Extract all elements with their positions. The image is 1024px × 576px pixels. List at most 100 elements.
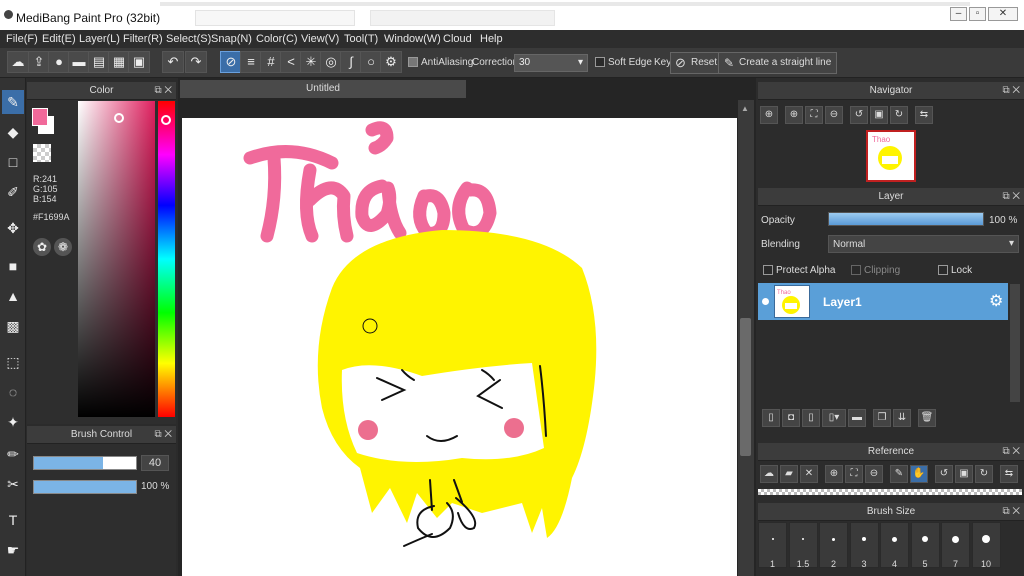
layer-row[interactable]: Thao Layer1 ⚙ bbox=[758, 283, 1008, 320]
brush-tool-icon[interactable]: ✎ bbox=[2, 90, 24, 114]
rotate-right-icon[interactable]: ↻ bbox=[975, 465, 993, 483]
zoom-out-icon[interactable]: ⊖ bbox=[825, 106, 843, 124]
lock-checkbox[interactable] bbox=[938, 265, 948, 275]
parallel-snap-icon[interactable]: ≡ bbox=[240, 51, 262, 73]
minimize-button[interactable]: – bbox=[950, 7, 967, 21]
text-tool-icon[interactable]: T bbox=[2, 508, 24, 532]
operation-tool-icon[interactable]: ☛ bbox=[2, 538, 24, 562]
drawing-canvas[interactable] bbox=[182, 118, 737, 576]
radial-snap-icon[interactable]: ✳ bbox=[300, 51, 322, 73]
brush-size-option[interactable]: 2 bbox=[819, 522, 848, 569]
fit-window-icon[interactable]: ▣ bbox=[955, 465, 973, 483]
zoom-in-icon[interactable]: ⊕ bbox=[825, 465, 843, 483]
menu-window[interactable]: Window(W) bbox=[384, 33, 441, 45]
scrollbar-thumb[interactable] bbox=[740, 318, 751, 456]
zoom-in-icon[interactable]: ⊕ bbox=[785, 106, 803, 124]
blending-select[interactable]: Normal ▾ bbox=[828, 235, 1019, 253]
fit-icon[interactable]: ⛶ bbox=[805, 106, 823, 124]
duplicate-layer-icon[interactable]: ❐ bbox=[873, 409, 891, 427]
brush-size-option[interactable]: 1 bbox=[758, 522, 787, 569]
hue-slider[interactable] bbox=[158, 101, 175, 417]
open-folder-icon[interactable]: ▰ bbox=[780, 465, 798, 483]
folder-icon[interactable]: ▬ bbox=[848, 409, 866, 427]
curve-snap-icon[interactable]: ∫ bbox=[340, 51, 362, 73]
visibility-icon[interactable] bbox=[762, 298, 769, 305]
navigator-thumbnail[interactable]: Thao bbox=[866, 130, 916, 182]
menu-edit[interactable]: Edit(E) bbox=[42, 33, 76, 45]
menu-filter[interactable]: Filter(R) bbox=[123, 33, 163, 45]
clipping-checkbox[interactable] bbox=[851, 265, 861, 275]
correction-select[interactable]: 30 ▾ bbox=[514, 54, 588, 72]
magic-wand-icon[interactable]: ✦ bbox=[2, 410, 24, 434]
menu-file[interactable]: File(F) bbox=[6, 33, 38, 45]
brush-size-slider[interactable] bbox=[33, 456, 137, 470]
page-icon[interactable]: ▤ bbox=[88, 51, 110, 73]
transparent-color-swatch[interactable] bbox=[33, 144, 51, 162]
brush-size-option[interactable]: 3 bbox=[849, 522, 879, 569]
lasso-select-icon[interactable]: ◌ bbox=[2, 380, 24, 404]
brush-size-option[interactable]: 5 bbox=[910, 522, 940, 569]
document-tab[interactable]: Untitled bbox=[180, 80, 466, 98]
new-halftone-layer-icon[interactable]: ◘ bbox=[782, 409, 800, 427]
panel-layout-icon[interactable]: ▣ bbox=[128, 51, 150, 73]
snap-off-icon[interactable]: ⊘ bbox=[220, 51, 242, 73]
cloud-upload-icon[interactable]: ☁ bbox=[7, 51, 29, 73]
rotate-right-icon[interactable]: ↻ bbox=[890, 106, 908, 124]
new-layer-icon[interactable]: ▯ bbox=[762, 409, 780, 427]
cloud-reference-icon[interactable]: ☁ bbox=[760, 465, 778, 483]
fit-icon[interactable]: ⛶ bbox=[845, 465, 863, 483]
protect-alpha-checkbox[interactable] bbox=[763, 265, 773, 275]
panel-close-icon[interactable]: ⧉ ✕ bbox=[1002, 503, 1020, 521]
dot-tool-icon[interactable]: □ bbox=[2, 150, 24, 174]
panel-close-icon[interactable]: ⧉ ✕ bbox=[1002, 82, 1020, 100]
soft-edge-checkbox[interactable] bbox=[595, 57, 605, 67]
pen-tool-icon[interactable]: ✐ bbox=[2, 180, 24, 204]
export-icon[interactable]: ⇪ bbox=[28, 51, 50, 73]
brush-size-value[interactable]: 40 bbox=[141, 455, 169, 471]
foreground-color-swatch[interactable] bbox=[32, 108, 48, 126]
fit-window-icon[interactable]: ▣ bbox=[870, 106, 888, 124]
eyedropper-icon[interactable]: ✎ bbox=[890, 465, 908, 483]
flip-icon[interactable]: ⇆ bbox=[1000, 465, 1018, 483]
panel-close-icon[interactable]: ⧉ ✕ bbox=[154, 82, 172, 100]
menu-help[interactable]: Help bbox=[480, 33, 503, 45]
delete-layer-icon[interactable]: 🗑 bbox=[918, 409, 936, 427]
menu-tool[interactable]: Tool(T) bbox=[344, 33, 378, 45]
panel-close-icon[interactable]: ⧉ ✕ bbox=[1002, 188, 1020, 206]
antialiasing-checkbox[interactable] bbox=[408, 57, 418, 67]
grid-layout-icon[interactable]: ▦ bbox=[108, 51, 130, 73]
merge-layer-icon[interactable]: ⇊ bbox=[893, 409, 911, 427]
brush-size-option[interactable]: 7 bbox=[941, 522, 970, 569]
grid-snap-icon[interactable]: # bbox=[260, 51, 282, 73]
menu-select[interactable]: Select(S) bbox=[166, 33, 211, 45]
gradient-tool-icon[interactable]: ▩ bbox=[2, 314, 24, 338]
perspective-snap-icon[interactable]: < bbox=[280, 51, 302, 73]
color-picker-icon[interactable]: ❁ bbox=[54, 238, 72, 256]
select-pen-icon[interactable]: ✏ bbox=[2, 442, 24, 466]
rect-select-icon[interactable]: ⬚ bbox=[2, 350, 24, 374]
menu-view[interactable]: View(V) bbox=[301, 33, 339, 45]
sv-picker-handle[interactable] bbox=[114, 113, 124, 123]
undo-icon[interactable]: ↶ bbox=[162, 51, 184, 73]
flip-icon[interactable]: ⇆ bbox=[915, 106, 933, 124]
move-tool-icon[interactable]: ✥ bbox=[2, 216, 24, 240]
select-eraser-icon[interactable]: ✂ bbox=[2, 472, 24, 496]
menu-cloud[interactable]: Cloud bbox=[443, 33, 472, 45]
speech-bubble-icon[interactable]: ● bbox=[48, 51, 70, 73]
concentric-snap-icon[interactable]: ◎ bbox=[320, 51, 342, 73]
straight-line-button[interactable]: ✎ Create a straight line bbox=[718, 52, 838, 74]
hand-icon[interactable]: ✋ bbox=[910, 465, 928, 483]
menu-color[interactable]: Color(C) bbox=[256, 33, 298, 45]
brush-opacity-slider[interactable] bbox=[33, 480, 137, 494]
ellipse-snap-icon[interactable]: ○ bbox=[360, 51, 382, 73]
zoom-out-icon[interactable]: ⊖ bbox=[865, 465, 883, 483]
vertical-scrollbar[interactable]: ▲ bbox=[738, 100, 754, 576]
reset-button[interactable]: ⊘ Reset bbox=[670, 52, 724, 74]
hue-handle[interactable] bbox=[161, 115, 171, 125]
add-layer-dropdown-icon[interactable]: ▯▾ bbox=[822, 409, 846, 427]
eraser-tool-icon[interactable]: ◆ bbox=[2, 120, 24, 144]
layer-opacity-slider[interactable] bbox=[828, 212, 984, 226]
redo-icon[interactable]: ↷ bbox=[185, 51, 207, 73]
maximize-button[interactable]: ▫ bbox=[969, 7, 986, 21]
palette-icon[interactable]: ✿ bbox=[33, 238, 51, 256]
